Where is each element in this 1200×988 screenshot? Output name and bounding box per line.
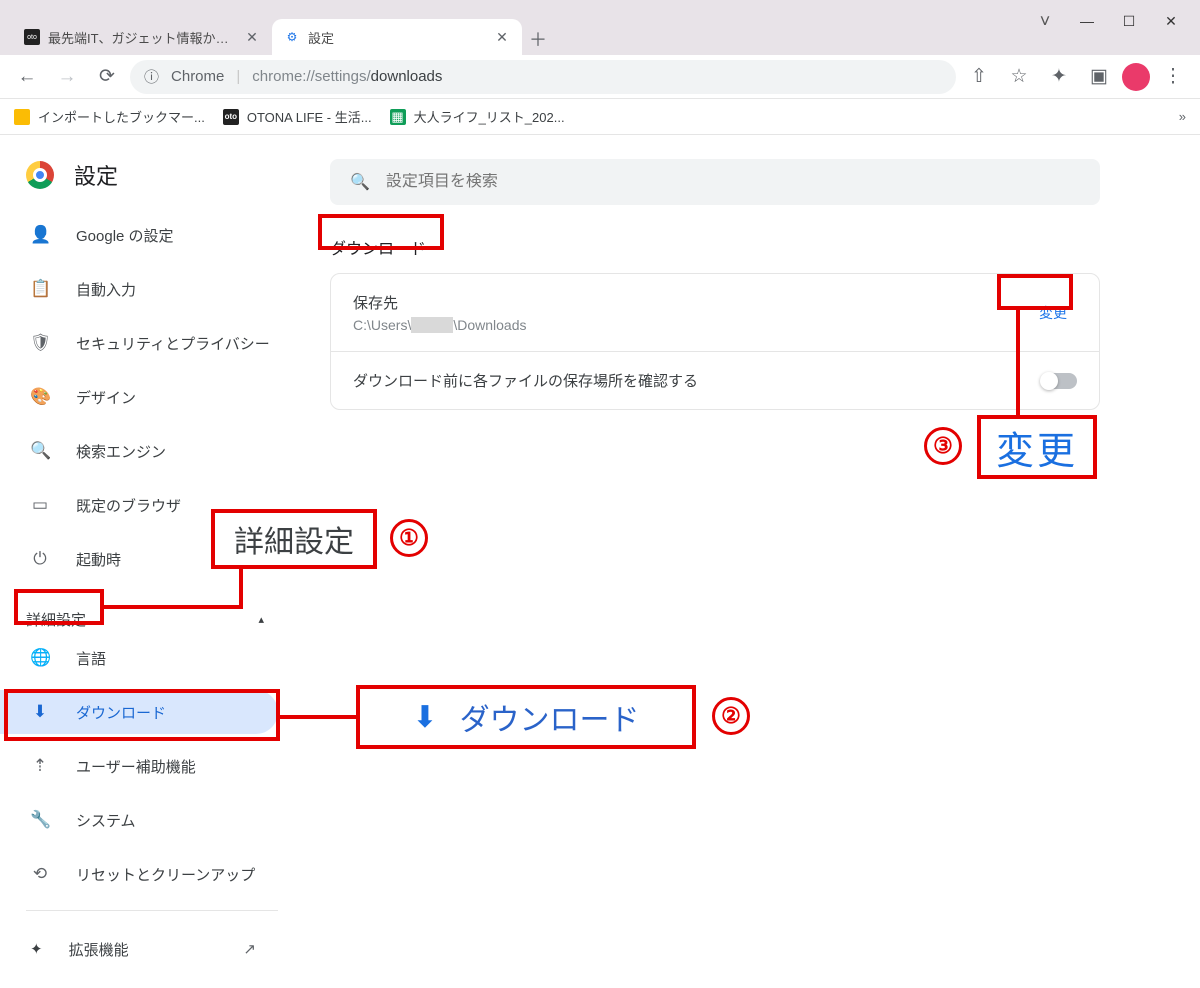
change-location-button[interactable]: 変更 xyxy=(1029,297,1077,329)
sidebar-item-default-browser[interactable]: ▭既定のブラウザ xyxy=(0,483,300,527)
globe-icon: 🌐 xyxy=(30,648,50,668)
bookmark-item-0[interactable]: インポートしたブックマー... xyxy=(14,107,205,126)
sidebar-item-system[interactable]: 🔧システム xyxy=(0,798,300,842)
bookmark-star-button[interactable]: ☆ xyxy=(1002,60,1036,94)
settings-main: 🔍 ダウンロード 保存先 C:\Users\xxxxxx\Downloads 変… xyxy=(300,135,1200,988)
sheets-icon: ▦ xyxy=(390,109,406,125)
sidebar-item-appearance[interactable]: 🎨デザイン xyxy=(0,375,300,419)
ask-before-download-row: ダウンロード前に各ファイルの保存場所を確認する xyxy=(331,351,1099,409)
sidebar-item-google[interactable]: 👤Google の設定 xyxy=(0,213,300,257)
url-text: chrome://settings/downloads xyxy=(252,68,442,85)
page-title: ダウンロード xyxy=(330,235,426,259)
bookmarks-bar: インポートしたブックマー... otoOTONA LIFE - 生活... ▦大… xyxy=(0,99,1200,135)
sidebar-item-startup[interactable]: ⏻起動時 xyxy=(0,537,300,581)
sidebar-item-reset[interactable]: ⟲リセットとクリーンアップ xyxy=(0,852,300,896)
accessibility-icon: ⇡ xyxy=(30,756,50,776)
favicon-oto: oto xyxy=(24,29,40,45)
wrench-icon: 🔧 xyxy=(30,810,50,830)
download-icon: ⬇ xyxy=(30,702,50,722)
minimize-button[interactable]: — xyxy=(1080,13,1094,29)
downloads-card: 保存先 C:\Users\xxxxxx\Downloads 変更 ダウンロード前… xyxy=(330,273,1100,410)
download-location-row: 保存先 C:\Users\xxxxxx\Downloads 変更 xyxy=(331,274,1099,351)
close-icon[interactable]: ✕ xyxy=(244,29,260,45)
share-button[interactable]: ⇧ xyxy=(962,60,996,94)
palette-icon: 🎨 xyxy=(30,387,50,407)
ask-toggle[interactable] xyxy=(1041,373,1077,389)
back-button[interactable]: ← xyxy=(10,60,44,94)
close-window-button[interactable]: ✕ xyxy=(1164,13,1178,30)
power-icon: ⏻ xyxy=(30,549,50,569)
site-info-icon[interactable]: ⓘ xyxy=(144,66,159,87)
sidebar-advanced-toggle[interactable]: 詳細設定▴ xyxy=(0,591,300,636)
chrome-logo-icon xyxy=(26,161,54,189)
bookmarks-overflow-button[interactable]: » xyxy=(1179,109,1186,124)
ask-label: ダウンロード前に各ファイルの保存場所を確認する xyxy=(353,370,698,391)
toolbar: ← → ⟳ ⓘ Chrome | chrome://settings/downl… xyxy=(0,55,1200,99)
bookmark-item-1[interactable]: otoOTONA LIFE - 生活... xyxy=(223,107,372,126)
site-label: Chrome xyxy=(171,68,224,85)
window-controls: ˅ — ☐ ✕ xyxy=(1016,0,1200,42)
chevron-down-icon[interactable]: ˅ xyxy=(1038,11,1052,32)
reset-icon: ⟲ xyxy=(30,864,50,884)
kebab-menu-button[interactable]: ⋮ xyxy=(1156,60,1190,94)
profile-avatar[interactable] xyxy=(1122,63,1150,91)
bookmark-item-2[interactable]: ▦大人ライフ_リスト_202... xyxy=(390,107,565,126)
omnibox[interactable]: ⓘ Chrome | chrome://settings/downloads xyxy=(130,60,956,94)
gear-icon: ⚙ xyxy=(284,29,300,45)
sidebar-item-autofill[interactable]: 📋自動入力 xyxy=(0,267,300,311)
sidebar-item-search-engine[interactable]: 🔍検索エンジン xyxy=(0,429,300,473)
clipboard-icon: 📋 xyxy=(30,279,50,299)
folder-icon xyxy=(14,109,30,125)
location-label: 保存先 xyxy=(353,292,527,313)
browser-icon: ▭ xyxy=(30,495,50,515)
new-tab-button[interactable]: ＋ xyxy=(522,23,554,55)
sidebar-item-downloads[interactable]: ⬇ダウンロード xyxy=(0,690,278,734)
sidebar-item-language[interactable]: 🌐言語 xyxy=(0,636,300,680)
extensions-button[interactable]: ✦ xyxy=(1042,60,1076,94)
location-path: C:\Users\xxxxxx\Downloads xyxy=(353,317,527,333)
side-panel-button[interactable]: ▣ xyxy=(1082,60,1116,94)
search-icon: 🔍 xyxy=(30,441,50,461)
shield-icon: 🛡 xyxy=(30,333,50,353)
sidebar-item-accessibility[interactable]: ⇡ユーザー補助機能 xyxy=(0,744,300,788)
maximize-button[interactable]: ☐ xyxy=(1122,13,1136,30)
search-icon: 🔍 xyxy=(350,172,370,192)
favicon-icon: oto xyxy=(223,109,239,125)
sidebar-item-security[interactable]: 🛡セキュリティとプライバシー xyxy=(0,321,300,365)
launch-icon: ↗ xyxy=(243,940,256,958)
tab-title-0: 最先端IT、ガジェット情報からアナログ xyxy=(48,28,236,47)
chevron-up-icon: ▴ xyxy=(258,613,264,626)
reload-button[interactable]: ⟳ xyxy=(90,60,124,94)
extension-icon: ✦ xyxy=(30,940,43,958)
tab-title-1: 設定 xyxy=(308,28,486,47)
close-icon[interactable]: ✕ xyxy=(494,29,510,45)
tab-0[interactable]: oto 最先端IT、ガジェット情報からアナログ ✕ xyxy=(12,19,272,55)
settings-sidebar: 設定 👤Google の設定 📋自動入力 🛡セキュリティとプライバシー 🎨デザイ… xyxy=(0,135,300,988)
settings-search-input[interactable] xyxy=(386,173,1080,191)
forward-button[interactable]: → xyxy=(50,60,84,94)
person-icon: 👤 xyxy=(30,225,50,245)
sidebar-item-extensions[interactable]: ✦拡張機能↗ xyxy=(0,927,300,971)
settings-search[interactable]: 🔍 xyxy=(330,159,1100,205)
tab-1[interactable]: ⚙ 設定 ✕ xyxy=(272,19,522,55)
settings-title: 設定 xyxy=(74,159,118,191)
